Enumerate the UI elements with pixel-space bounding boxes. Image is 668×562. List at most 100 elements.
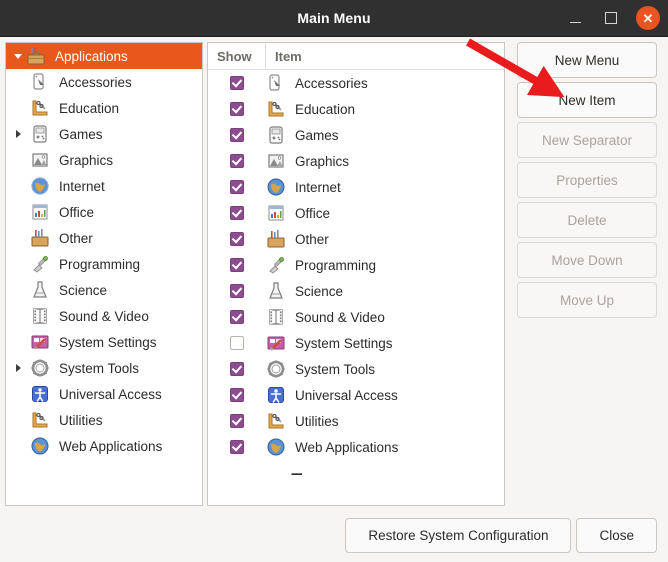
show-checkbox-cell[interactable] [208,154,266,168]
tree-item-label: Accessories [59,74,132,90]
new-menu-button[interactable]: New Menu [517,42,657,78]
show-checkbox[interactable] [230,414,244,428]
list-item[interactable]: Utilities [208,408,504,434]
new-item-button[interactable]: New Item [517,82,657,118]
list-item[interactable]: Sound & Video [208,304,504,330]
tree-item-accessories[interactable]: Accessories [6,69,202,95]
show-checkbox-cell[interactable] [208,206,266,220]
restore-system-configuration-button[interactable]: Restore System Configuration [345,518,572,553]
show-checkbox-cell[interactable] [208,76,266,90]
list-item-separator[interactable]: --- [208,460,504,486]
show-checkbox[interactable] [230,180,244,194]
system-tools-icon [266,359,288,379]
show-checkbox-cell[interactable] [208,128,266,142]
tree-item-universal-access[interactable]: Universal Access [6,381,202,407]
tree-item-sound-video[interactable]: Sound & Video [6,303,202,329]
close-icon[interactable]: ✕ [636,6,660,30]
games-icon [30,124,52,144]
list-header: Show Item [208,43,504,70]
show-checkbox[interactable] [230,310,244,324]
list-item[interactable]: Accessories [208,70,504,96]
office-icon [266,203,288,223]
show-checkbox[interactable] [230,102,244,116]
show-checkbox-cell[interactable] [208,102,266,116]
show-checkbox[interactable] [230,362,244,376]
show-checkbox[interactable] [230,388,244,402]
chevron-right-icon[interactable] [10,364,26,372]
show-checkbox[interactable] [230,128,244,142]
tree-item-utilities[interactable]: Utilities [6,407,202,433]
programming-icon [266,255,288,275]
list-item[interactable]: Programming [208,252,504,278]
list-item[interactable]: Games [208,122,504,148]
menu-item-list-panel[interactable]: Show Item Accessories Education Games Gr… [207,42,505,506]
list-item[interactable]: Education [208,96,504,122]
list-item[interactable]: Graphics [208,148,504,174]
tree-item-internet[interactable]: Internet [6,173,202,199]
show-checkbox[interactable] [230,232,244,246]
tree-item-label: Web Applications [59,438,163,454]
category-tree-panel[interactable]: Applications Accessories Education Games… [5,42,203,506]
accessories-icon [30,72,52,92]
list-item[interactable]: Web Applications [208,434,504,460]
tree-item-system-tools[interactable]: System Tools [6,355,202,381]
tree-item-system-settings[interactable]: System Settings [6,329,202,355]
column-header-item[interactable]: Item [266,43,504,69]
list-item[interactable]: System Settings [208,330,504,356]
title-bar: Main Menu ✕ [0,0,668,37]
column-header-show[interactable]: Show [208,43,266,69]
tree-item-games[interactable]: Games [6,121,202,147]
list-item-label: Other [295,231,329,247]
show-checkbox-cell[interactable] [208,180,266,194]
list-item[interactable]: Universal Access [208,382,504,408]
chevron-right-icon[interactable] [10,130,26,138]
web-applications-icon [30,436,52,456]
graphics-icon [30,150,52,170]
tree-item-label: Games [59,126,103,142]
show-checkbox-cell[interactable] [208,232,266,246]
tree-item-education[interactable]: Education [6,95,202,121]
chevron-down-icon[interactable] [10,53,26,59]
tree-item-other[interactable]: Other [6,225,202,251]
maximize-icon[interactable] [600,7,622,29]
tree-root-applications[interactable]: Applications [6,43,202,69]
list-item[interactable]: System Tools [208,356,504,382]
window-controls: ✕ [564,0,660,36]
system-settings-icon [30,332,52,352]
tree-item-programming[interactable]: Programming [6,251,202,277]
utilities-icon [266,411,288,431]
show-checkbox[interactable] [230,258,244,272]
list-item[interactable]: Internet [208,174,504,200]
graphics-icon [266,151,288,171]
show-checkbox-cell[interactable] [208,284,266,298]
show-checkbox[interactable] [230,76,244,90]
science-icon [266,281,288,301]
show-checkbox-cell[interactable] [208,310,266,324]
close-button[interactable]: Close [576,518,657,553]
tree-item-web-applications[interactable]: Web Applications [6,433,202,459]
list-item-label: Games [295,127,339,143]
show-checkbox[interactable] [230,206,244,220]
system-settings-icon [266,333,288,353]
list-item[interactable]: Science [208,278,504,304]
show-checkbox[interactable] [230,284,244,298]
list-item[interactable]: Office [208,200,504,226]
tree-item-label: Education [59,100,120,116]
show-checkbox-cell[interactable] [208,440,266,454]
tree-item-science[interactable]: Science [6,277,202,303]
show-checkbox-cell[interactable] [208,388,266,402]
list-item-label: Sound & Video [295,309,385,325]
show-checkbox-cell[interactable] [208,258,266,272]
show-checkbox-cell[interactable] [208,414,266,428]
show-checkbox-cell[interactable] [208,362,266,376]
show-checkbox[interactable] [230,154,244,168]
list-item[interactable]: Other [208,226,504,252]
show-checkbox[interactable] [230,336,244,350]
minimize-icon[interactable] [564,7,586,29]
show-checkbox[interactable] [230,440,244,454]
list-item-label: Graphics [295,153,350,169]
tree-item-graphics[interactable]: Graphics [6,147,202,173]
show-checkbox-cell[interactable] [208,336,266,350]
toolbox-icon [26,46,48,66]
tree-item-office[interactable]: Office [6,199,202,225]
